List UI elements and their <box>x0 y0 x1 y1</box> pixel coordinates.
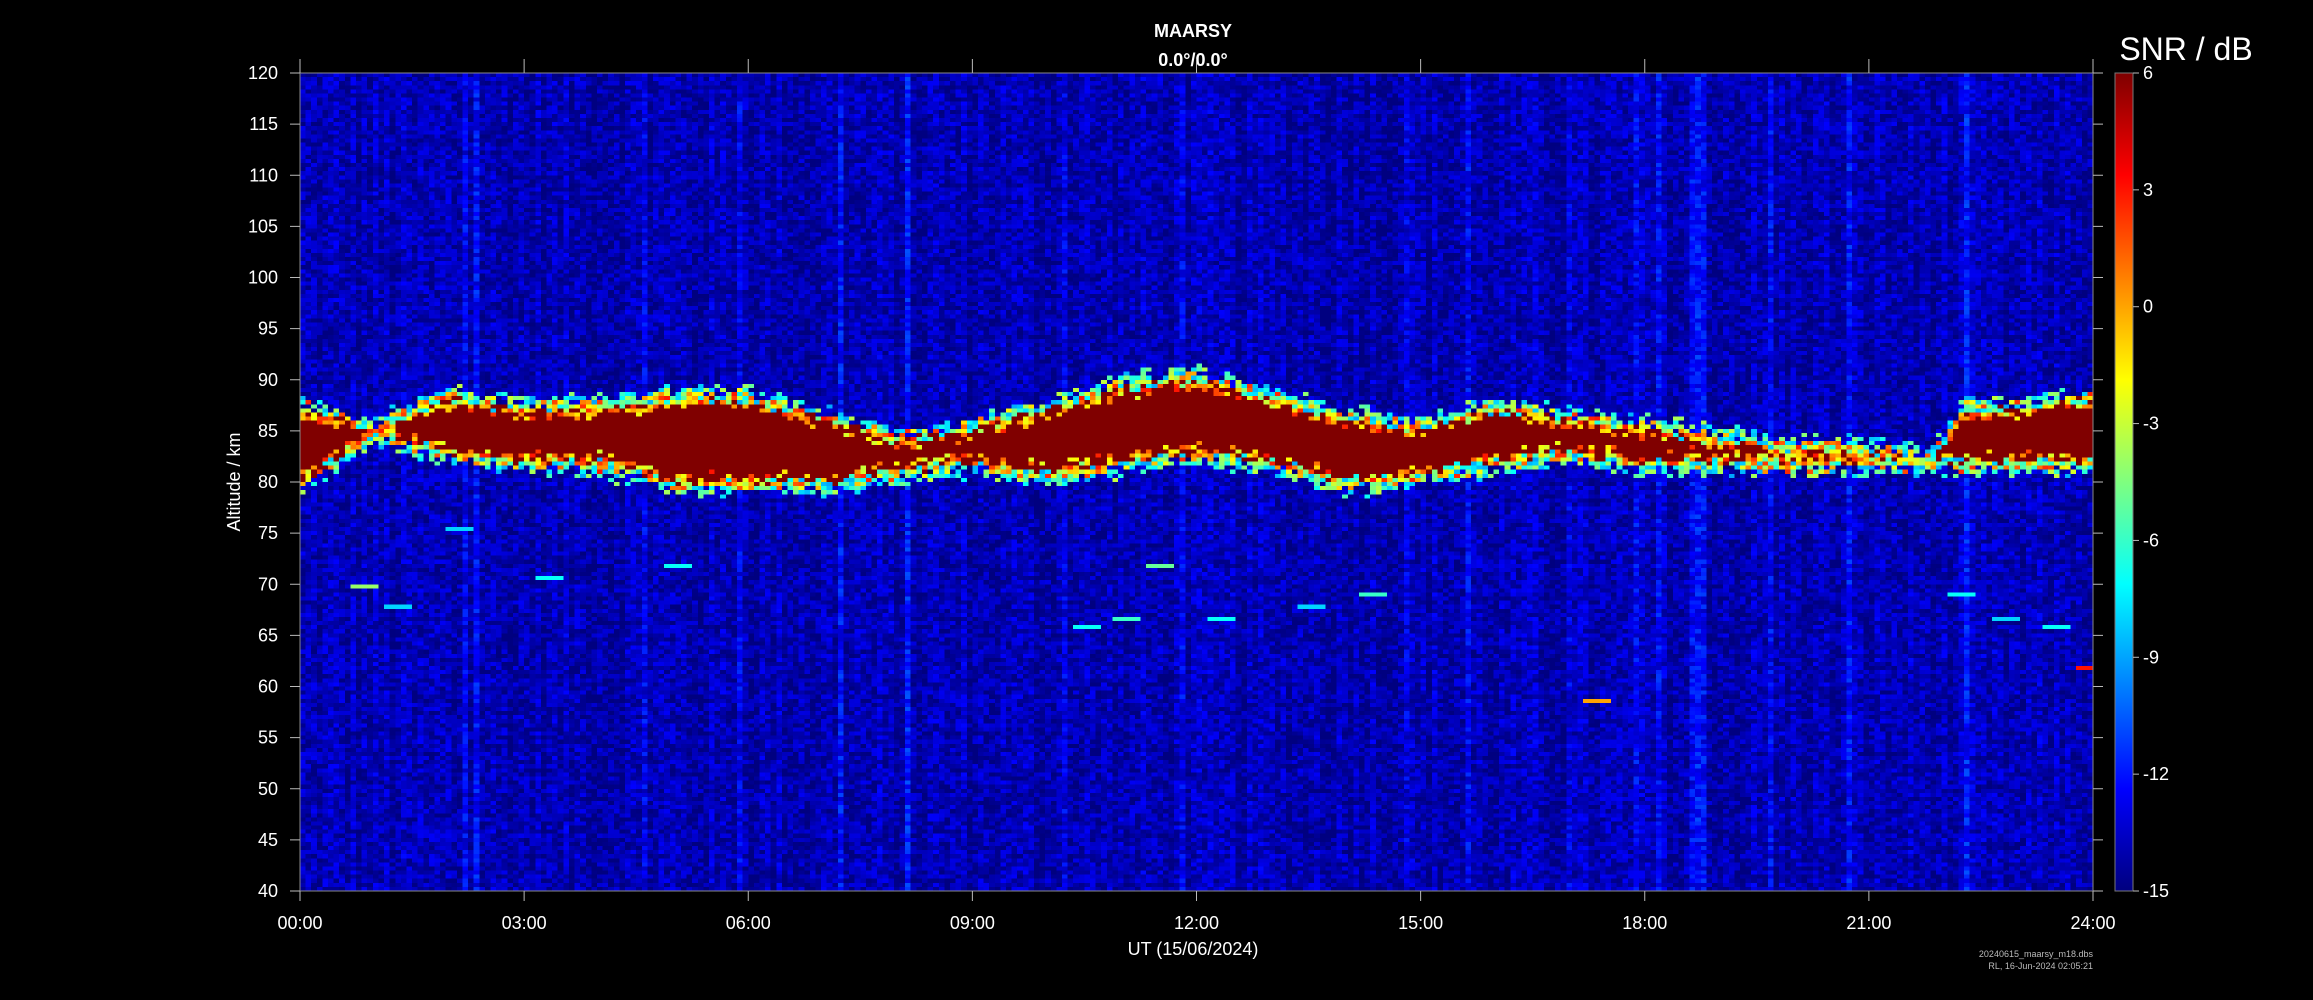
y-tick-label: 75 <box>258 523 278 543</box>
y-tick-label: 95 <box>258 319 278 339</box>
y-tick-label: 50 <box>258 779 278 799</box>
y-tick-label: 115 <box>249 114 278 134</box>
colorbar <box>2114 72 2134 892</box>
x-tick-label: 00:00 <box>277 913 322 933</box>
y-tick-label: 45 <box>258 830 278 850</box>
y-tick-label: 105 <box>248 216 278 236</box>
x-axis-label: UT (15/06/2024) <box>1128 939 1259 959</box>
colorbar-tick-label: -6 <box>2143 530 2159 550</box>
heatmap-image <box>300 73 2093 891</box>
colorbar-tick-label: -15 <box>2143 881 2169 901</box>
colorbar-tick-label: -3 <box>2143 414 2159 434</box>
chart-subtitle: 0.0°/0.0° <box>1158 50 1227 70</box>
y-tick-label: 120 <box>248 63 278 83</box>
colorbar-tick-label: -9 <box>2143 647 2159 667</box>
y-tick-label: 65 <box>258 625 278 645</box>
y-tick-label: 60 <box>258 677 278 697</box>
heatmap-area <box>300 73 2093 891</box>
colorbar-tick-label: -12 <box>2143 764 2169 784</box>
x-tick-label: 15:00 <box>1398 913 1443 933</box>
x-tick-label: 18:00 <box>1622 913 1667 933</box>
x-tick-label: 24:00 <box>2070 913 2115 933</box>
colorbar-tick-label: 0 <box>2143 297 2153 317</box>
colorbar-title: SNR / dB <box>2119 31 2252 67</box>
y-tick-label: 80 <box>258 472 278 492</box>
y-tick-label: 110 <box>249 165 278 185</box>
y-tick-label: 55 <box>258 728 278 748</box>
chart-title: MAARSY <box>1154 21 1232 41</box>
footer-filename: 20240615_maarsy_m18.dbs <box>1979 949 2094 959</box>
x-tick-label: 21:00 <box>1846 913 1891 933</box>
y-axis-label: Altitude / km <box>224 432 244 531</box>
chart-svg: MAARSY 0.0°/0.0° 00:00 03:00 06:00 09:00 12:… <box>0 0 2313 1000</box>
y-tick-label: 100 <box>248 268 278 288</box>
x-tick-label: 09:00 <box>950 913 995 933</box>
x-tick-label: 03:00 <box>502 913 547 933</box>
x-tick-label: 06:00 <box>726 913 771 933</box>
footer-timestamp: RL, 16-Jun-2024 02:05:21 <box>1988 961 2093 971</box>
y-tick-label: 90 <box>258 370 278 390</box>
y-tick-label: 85 <box>258 421 278 441</box>
y-tick-label: 70 <box>258 574 278 594</box>
x-tick-label: 12:00 <box>1174 913 1219 933</box>
colorbar-tick-label: 3 <box>2143 180 2153 200</box>
y-tick-label: 40 <box>258 881 278 901</box>
